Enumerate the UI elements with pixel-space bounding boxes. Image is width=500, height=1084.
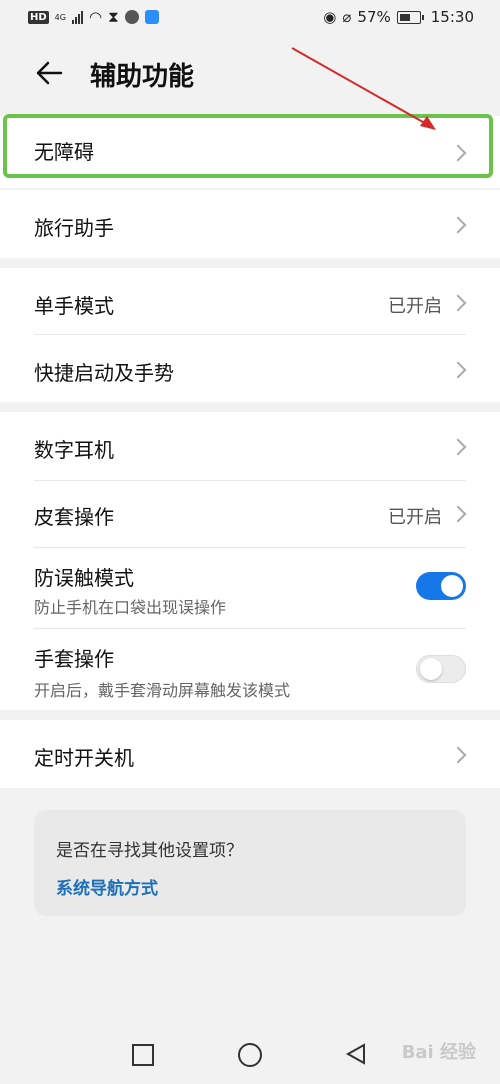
hourglass-icon: ⧗ <box>108 8 119 26</box>
battery-icon <box>396 10 424 24</box>
suggestion-question: 是否在寻找其他设置项？ <box>56 841 243 861</box>
chevron-right-icon <box>449 746 467 764</box>
row-label: 数字耳机 <box>34 438 114 462</box>
chevron-right-icon <box>449 438 467 456</box>
row-travel-assistant[interactable]: 旅行助手 <box>0 190 500 258</box>
glove-mode-toggle[interactable] <box>416 655 466 683</box>
status-left: HD 4G ◠ ⧗ <box>28 8 159 26</box>
settings-group-3: 单手模式 已开启 快捷启动及手势 <box>0 268 500 402</box>
chevron-right-icon <box>449 361 467 379</box>
row-flip-cover[interactable]: 皮套操作 已开启 <box>0 481 500 547</box>
app-notification-icon-2 <box>144 10 159 24</box>
page-title: 辅助功能 <box>90 62 195 92</box>
app-notification-icon <box>124 10 139 24</box>
row-label: 单手模式 <box>34 294 114 318</box>
row-one-hand-mode[interactable]: 单手模式 已开启 <box>0 268 500 334</box>
eye-icon: ◉ <box>323 8 337 26</box>
row-subtitle: 防止手机在口袋出现误操作 <box>34 598 227 617</box>
row-accidental-touch: 防误触模式 防止手机在口袋出现误操作 <box>0 548 500 628</box>
row-scheduled-power[interactable]: 定时开关机 <box>0 720 500 788</box>
row-quick-launch-gestures[interactable]: 快捷启动及手势 <box>0 335 500 402</box>
row-label: 定时开关机 <box>34 746 134 770</box>
suggestion-card: 是否在寻找其他设置项？ 系统导航方式 <box>34 810 466 916</box>
battery-percent: 57% <box>357 8 391 26</box>
signal-icon <box>71 10 83 24</box>
chevron-right-icon <box>449 216 467 234</box>
row-glove-mode: 手套操作 开启后，戴手套滑动屏幕触发该模式 <box>0 629 500 710</box>
chevron-right-icon <box>449 505 467 523</box>
chevron-right-icon <box>449 294 467 312</box>
row-value: 已开启 <box>388 507 442 528</box>
arrow-left-icon[interactable] <box>34 58 64 88</box>
row-label: 皮套操作 <box>34 505 114 529</box>
home-icon[interactable] <box>238 1043 262 1067</box>
navigation-bar: Bai 经验 <box>0 1020 500 1084</box>
hd-badge: HD <box>28 10 49 24</box>
annotation-arrow-icon <box>291 47 436 130</box>
mute-bell-icon: ⌀ <box>342 8 352 26</box>
system-navigation-link[interactable]: 系统导航方式 <box>56 874 158 899</box>
watermark: Bai 经验 <box>401 1042 476 1063</box>
row-label: 防误触模式 <box>34 566 134 590</box>
settings-group-2: 旅行助手 <box>0 190 500 258</box>
row-label: 手套操作 <box>34 647 114 671</box>
wifi-icon: ◠ <box>88 8 103 26</box>
row-subtitle: 开启后，戴手套滑动屏幕触发该模式 <box>34 681 291 700</box>
row-value: 已开启 <box>388 296 442 317</box>
accidental-touch-toggle[interactable] <box>416 572 466 600</box>
settings-group-5: 定时开关机 <box>0 720 500 788</box>
status-right: ◉ ⌀ 57% 15:30 <box>323 8 474 26</box>
row-label: 旅行助手 <box>34 216 114 240</box>
clock: 15:30 <box>430 8 474 26</box>
recent-apps-icon[interactable] <box>132 1044 154 1066</box>
settings-group-4: 数字耳机 皮套操作 已开启 防误触模式 防止手机在口袋出现误操作 手套操作 开启… <box>0 412 500 710</box>
network-type: 4G <box>54 12 66 22</box>
row-label: 快捷启动及手势 <box>34 361 174 385</box>
row-digital-headset[interactable]: 数字耳机 <box>0 412 500 480</box>
back-triangle-icon[interactable] <box>344 1042 368 1066</box>
status-bar: HD 4G ◠ ⧗ ◉ ⌀ 57% 15:30 <box>0 0 500 36</box>
